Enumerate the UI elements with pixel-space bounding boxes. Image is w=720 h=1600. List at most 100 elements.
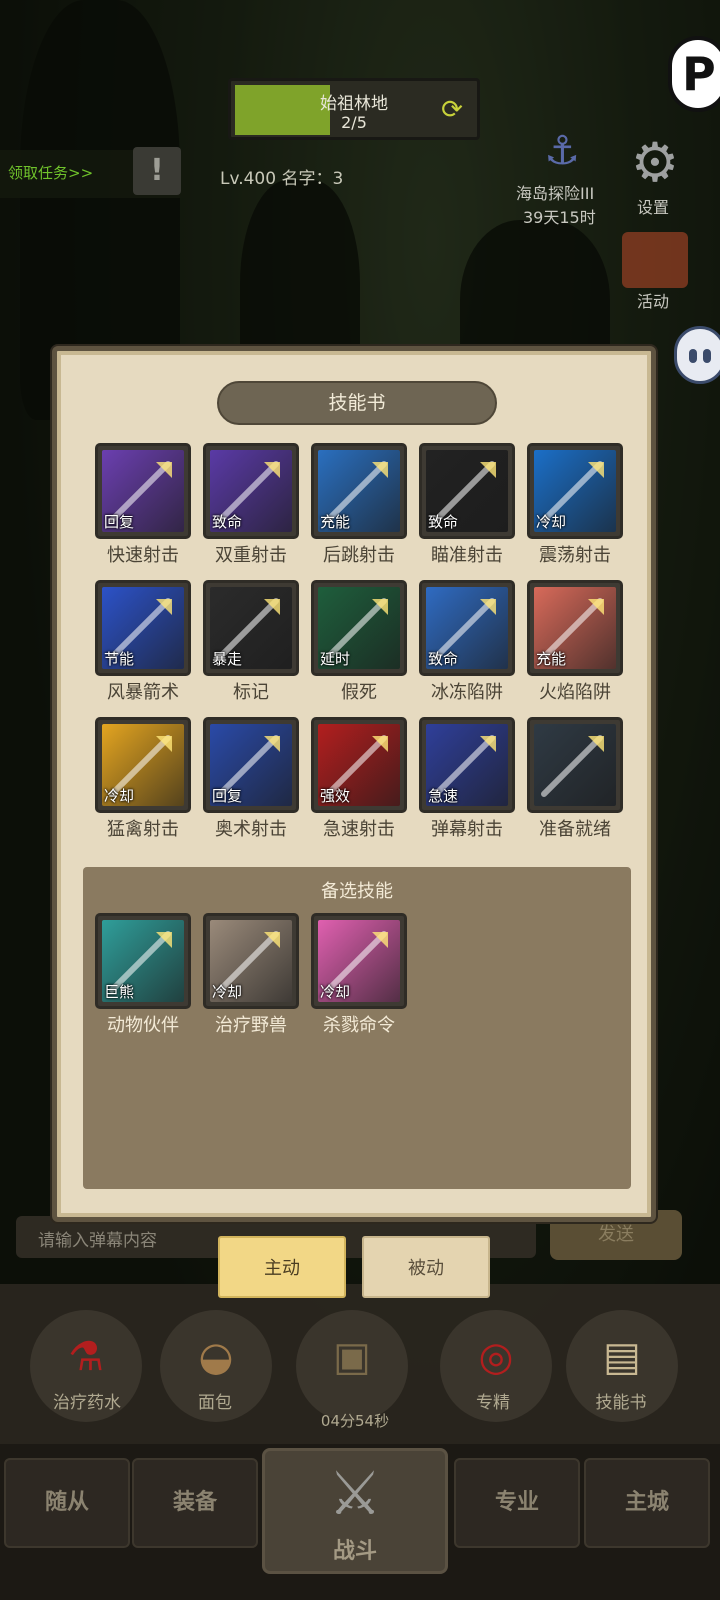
tab-passive-skills[interactable]: 被动 <box>362 1236 490 1298</box>
gear-icon[interactable]: ⚙ <box>622 132 688 194</box>
tab-active-skills[interactable]: 主动 <box>218 1236 346 1298</box>
quest-alert-icon[interactable]: ! <box>133 147 181 195</box>
skill-slot[interactable]: 冷却 杀戮命令 <box>309 913 409 1037</box>
skill-book-dialog: 技能书 回复 快速射击 致命 双重射击 充能 后跳射击 致命 瞄准射击 冷却 震荡射击 节能 风暴箭术… <box>52 346 656 1222</box>
skill-tag: 巨熊 <box>104 983 135 1001</box>
skill-icon[interactable]: 冷却 <box>311 913 407 1009</box>
chest-slot[interactable]: ▣ <box>296 1310 408 1422</box>
refresh-icon[interactable]: ⟳ <box>437 95 467 125</box>
skill-tag: 延时 <box>320 650 351 668</box>
skill-name: 治疗野兽 <box>215 1015 287 1036</box>
nav-profession[interactable]: 专业 <box>454 1458 580 1548</box>
skill-slot[interactable]: 暴走标记 <box>201 580 301 704</box>
skill-name: 火焰陷阱 <box>539 682 611 703</box>
activity-icon[interactable] <box>622 232 688 288</box>
item-label: 技能书 <box>595 1393 647 1413</box>
skill-name: 快速射击 <box>107 545 179 566</box>
skill-tag: 冷却 <box>320 983 351 1001</box>
skill-slot[interactable]: 冷却 治疗野兽 <box>201 913 301 1037</box>
skill-tag: 回复 <box>212 787 243 805</box>
skill-tag: 充能 <box>320 513 351 531</box>
skill-icon[interactable]: 致命 <box>203 443 299 539</box>
nav-battle[interactable]: ⚔ 战斗 <box>262 1448 448 1574</box>
skill-tag: 回复 <box>104 513 135 531</box>
skill-name: 准备就绪 <box>539 819 611 840</box>
player-info: Lv.400 名字：3 <box>220 169 344 189</box>
skill-tag: 致命 <box>212 513 243 531</box>
skill-name: 弹幕射击 <box>431 819 503 840</box>
skill-icon[interactable]: 充能 <box>527 580 623 676</box>
skill-name: 杀戮命令 <box>323 1015 395 1036</box>
floating-assistant-button[interactable] <box>674 326 720 384</box>
skill-icon[interactable]: 节能 <box>95 580 191 676</box>
item-label: 治疗药水 <box>53 1393 121 1413</box>
skill-tag: 充能 <box>536 650 567 668</box>
book-icon: ▤ <box>603 1334 641 1380</box>
skill-icon[interactable]: 暴走 <box>203 580 299 676</box>
skill-icon[interactable]: 延时 <box>311 580 407 676</box>
skill-icon[interactable]: 致命 <box>419 580 515 676</box>
skill-slot[interactable]: 致命 瞄准射击 <box>417 443 517 567</box>
eye-icon <box>703 349 711 363</box>
skill-slot[interactable]: 致命 冰冻陷阱 <box>417 580 517 704</box>
skill-slot[interactable]: 急速 弹幕射击 <box>417 717 517 841</box>
skill-name: 猛禽射击 <box>107 819 179 840</box>
skill-name: 动物伙伴 <box>107 1015 179 1036</box>
nav-battle-label: 战斗 <box>332 1539 377 1564</box>
skill-name: 急速射击 <box>323 819 395 840</box>
nav-city[interactable]: 主城 <box>584 1458 710 1548</box>
skill-tag: 致命 <box>428 650 459 668</box>
skill-name: 标记 <box>233 682 269 703</box>
skill-slot[interactable]: 巨熊 动物伙伴 <box>93 913 193 1037</box>
skill-art <box>534 724 616 806</box>
skill-name: 瞄准射击 <box>431 545 503 566</box>
skill-name: 震荡射击 <box>539 545 611 566</box>
app-logo-icon[interactable]: P <box>668 36 720 112</box>
skill-slot[interactable]: 冷却 震荡射击 <box>525 443 625 567</box>
crossed-swords-icon: ⚔ <box>328 1459 382 1529</box>
skill-tag: 节能 <box>104 650 135 668</box>
skill-tag: 冷却 <box>104 787 135 805</box>
skill-slot[interactable]: 充能 后跳射击 <box>309 443 409 567</box>
skill-icon[interactable]: 冷却 <box>95 717 191 813</box>
target-icon: ◎ <box>478 1334 514 1380</box>
skill-slot[interactable]: 延时 假死 <box>309 580 409 704</box>
alternate-skills-title: 备选技能 <box>321 881 393 902</box>
quest-link[interactable]: 领取任务>> <box>8 162 93 183</box>
skill-icon[interactable]: 冷却 <box>527 443 623 539</box>
skill-icon[interactable]: 冷却 <box>203 913 299 1009</box>
dialog-title: 技能书 <box>217 381 497 425</box>
skill-icon[interactable]: 强效 <box>311 717 407 813</box>
alternate-skills-panel: 备选技能 巨熊 动物伙伴 冷却 治疗野兽 冷却 杀戮命令 <box>83 867 631 1189</box>
event-icon[interactable]: ⚓ <box>530 128 594 184</box>
nav-follower[interactable]: 随从 <box>4 1458 130 1548</box>
skill-slot[interactable]: 回复 快速射击 <box>93 443 193 567</box>
stage-banner[interactable]: 始祖林地 2/5 ⟳ <box>228 78 480 140</box>
event-time: 39天15时 <box>523 208 596 227</box>
skill-slot[interactable]: 致命 双重射击 <box>201 443 301 567</box>
skill-icon[interactable]: 巨熊 <box>95 913 191 1009</box>
nav-equipment[interactable]: 装备 <box>132 1458 258 1548</box>
skill-slot[interactable]: 强效 急速射击 <box>309 717 409 841</box>
skill-icon[interactable] <box>527 717 623 813</box>
skill-slot[interactable]: 冷却 猛禽射击 <box>93 717 193 841</box>
skill-slot[interactable]: 回复 奥术射击 <box>201 717 301 841</box>
skill-icon[interactable]: 回复 <box>203 717 299 813</box>
skill-icon[interactable]: 致命 <box>419 443 515 539</box>
item-label: 面包 <box>198 1393 232 1413</box>
potion-icon: ⚗ <box>68 1334 104 1380</box>
skill-tag: 冷却 <box>212 983 243 1001</box>
skill-slot[interactable]: 节能 风暴箭术 <box>93 580 193 704</box>
activity-label[interactable]: 活动 <box>637 288 669 312</box>
item-label: 专精 <box>476 1393 510 1413</box>
skill-slot[interactable]: 准备就绪 <box>525 717 625 841</box>
skill-icon[interactable]: 充能 <box>311 443 407 539</box>
event-name: 海岛探险III <box>516 184 595 203</box>
skill-icon[interactable]: 回复 <box>95 443 191 539</box>
skill-tag: 冷却 <box>536 513 567 531</box>
settings-label[interactable]: 设置 <box>637 194 669 218</box>
skill-name: 双重射击 <box>215 545 287 566</box>
skill-icon[interactable]: 急速 <box>419 717 515 813</box>
skill-slot[interactable]: 充能 火焰陷阱 <box>525 580 625 704</box>
skill-tag: 暴走 <box>212 650 243 668</box>
